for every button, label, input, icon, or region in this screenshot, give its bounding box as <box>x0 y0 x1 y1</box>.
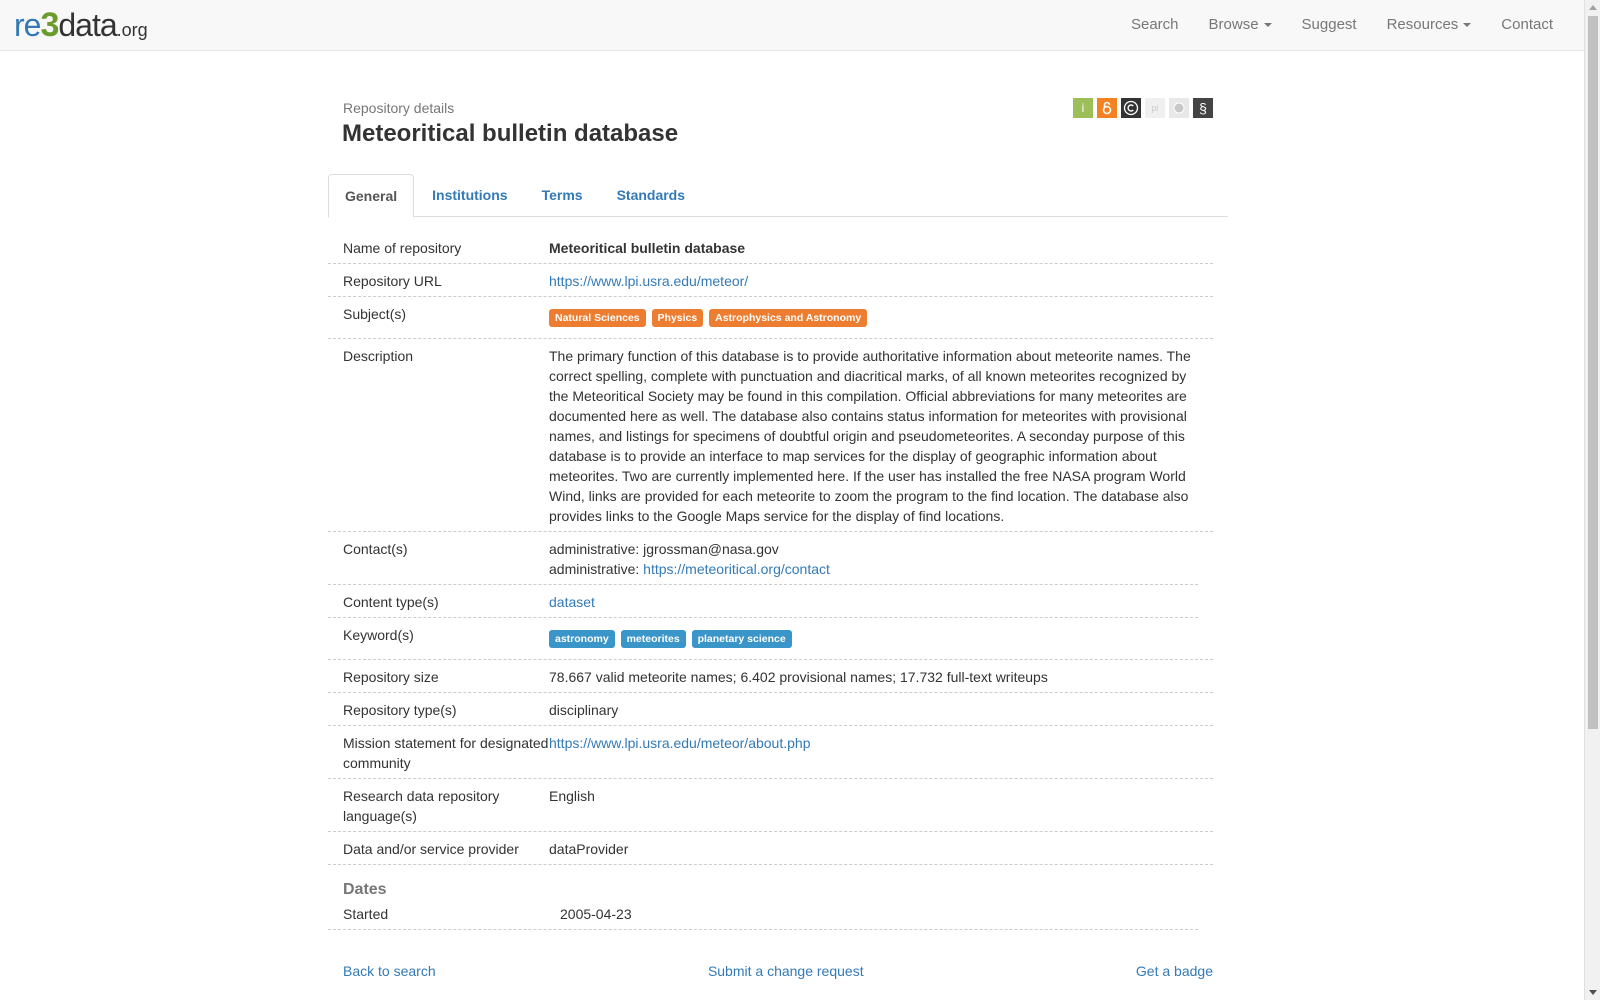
repository-badges: i pi § <box>1073 98 1213 118</box>
main-nav: Search Browse Suggest Resources Contact <box>1116 0 1568 50</box>
repository-size: 78.667 valid meteorite names; 6.402 prov… <box>549 669 1048 685</box>
keyword-tag[interactable]: meteorites <box>620 630 686 648</box>
details-table: Name of repository Meteoritical bulletin… <box>328 231 1213 865</box>
nav-suggest[interactable]: Suggest <box>1287 0 1372 50</box>
row-language: Research data repository language(s) Eng… <box>328 779 1213 832</box>
policy-icon[interactable]: § <box>1193 98 1213 118</box>
get-badge-link[interactable]: Get a badge <box>1136 963 1213 979</box>
logo-data: data <box>58 7 117 43</box>
navbar: re 3 data .org Search Browse Suggest Resour… <box>0 0 1584 51</box>
tab-general[interactable]: General <box>328 174 415 218</box>
row-label: Subject(s) <box>343 306 407 322</box>
row-name: Name of repository Meteoritical bulletin… <box>328 231 1213 264</box>
caret-down-icon <box>1263 23 1272 28</box>
nav-suggest-label: Suggest <box>1301 16 1357 33</box>
provider-type: dataProvider <box>549 841 629 857</box>
contact-prefix: administrative: <box>549 561 644 577</box>
submit-change-request-link[interactable]: Submit a change request <box>708 963 864 979</box>
tab-institutions[interactable]: Institutions <box>416 174 523 217</box>
contact-link[interactable]: https://meteoritical.org/contact <box>643 561 830 577</box>
nav-browse-label: Browse <box>1208 16 1259 33</box>
copyright-icon[interactable] <box>1121 98 1141 118</box>
mission-link[interactable]: https://www.lpi.usra.edu/meteor/about.ph… <box>549 735 810 751</box>
dates-heading: Dates <box>343 881 387 898</box>
logo-re: re <box>14 7 41 43</box>
logo-three: 3 <box>40 6 59 44</box>
row-label: Repository type(s) <box>343 702 457 718</box>
subject-tag[interactable]: Astrophysics and Astronomy <box>709 309 868 327</box>
started-date: 2005-04-23 <box>560 906 632 922</box>
row-description: Description The primary function of this… <box>328 339 1213 532</box>
repository-tabs: General Institutions Terms Standards <box>328 174 1228 218</box>
row-label: Started <box>343 906 389 922</box>
row-label: Data and/or service provider <box>343 841 519 857</box>
contact-prefix: administrative: <box>549 541 644 557</box>
nav-resources[interactable]: Resources <box>1372 0 1487 50</box>
row-label: Mission statement for designated communi… <box>343 735 549 771</box>
certificate-icon[interactable] <box>1169 98 1189 118</box>
tab-terms[interactable]: Terms <box>526 174 599 217</box>
scroll-thumb[interactable] <box>1588 16 1598 729</box>
row-label: Repository size <box>343 669 439 685</box>
row-label: Repository URL <box>343 273 442 289</box>
row-type: Repository type(s) disciplinary <box>328 693 1213 726</box>
row-label: Keyword(s) <box>343 627 414 643</box>
row-subjects: Subject(s) Natural Sciences Physics Astr… <box>328 297 1213 339</box>
logo-org: .org <box>116 20 148 40</box>
open-access-icon[interactable] <box>1097 98 1117 118</box>
nav-search-label: Search <box>1130 16 1179 33</box>
nav-search[interactable]: Search <box>1116 0 1194 50</box>
row-size: Repository size 78.667 valid meteorite n… <box>328 660 1213 693</box>
scroll-down-icon[interactable] <box>1589 990 1597 995</box>
row-label: Contact(s) <box>343 541 408 557</box>
contact-email: jgrossman@nasa.gov <box>643 541 779 557</box>
row-label: Description <box>343 348 414 364</box>
back-to-search-link[interactable]: Back to search <box>343 963 436 979</box>
row-mission: Mission statement for designated communi… <box>328 726 1213 779</box>
row-url: Repository URL https://www.lpi.usra.edu/… <box>328 264 1213 297</box>
row-keywords: Keyword(s) astronomy meteorites planetar… <box>328 618 1213 660</box>
keyword-tag[interactable]: astronomy <box>549 630 615 648</box>
scroll-up-icon[interactable] <box>1589 5 1597 10</box>
tab-standards[interactable]: Standards <box>601 174 701 217</box>
row-label: Content type(s) <box>343 594 439 610</box>
nav-contact[interactable]: Contact <box>1486 0 1568 50</box>
content-type-link[interactable]: dataset <box>549 594 595 610</box>
row-contacts: Contact(s) administrative: jgrossman@nas… <box>328 532 1198 585</box>
row-provider: Data and/or service provider dataProvide… <box>328 832 1213 865</box>
caret-down-icon <box>1463 23 1472 28</box>
repository-name: Meteoritical bulletin database <box>549 240 746 256</box>
page-subheading: Repository details <box>343 100 455 116</box>
pid-icon[interactable]: pi <box>1145 98 1165 118</box>
footer-links: Back to search Submit a change request G… <box>343 963 1213 979</box>
subject-tag[interactable]: Physics <box>651 309 704 327</box>
subject-tags: Natural Sciences Physics Astrophysics an… <box>549 304 1213 329</box>
nav-contact-label: Contact <box>1501 16 1553 33</box>
page-scrollbar[interactable] <box>1584 0 1600 1000</box>
keyword-tags: astronomy meteorites planetary science <box>549 625 1213 650</box>
nav-browse[interactable]: Browse <box>1194 0 1287 50</box>
info-icon[interactable]: i <box>1073 98 1093 118</box>
row-content-type: Content type(s) dataset <box>328 585 1198 618</box>
repository-description: The primary function of this database is… <box>549 348 1191 524</box>
site-logo[interactable]: re 3 data .org <box>14 6 148 44</box>
row-label: Research data repository language(s) <box>343 788 500 824</box>
row-label: Name of repository <box>343 240 462 256</box>
subject-tag[interactable]: Natural Sciences <box>549 309 646 327</box>
repository-language: English <box>549 788 595 804</box>
contacts: administrative: jgrossman@nasa.gov admin… <box>549 539 1198 579</box>
nav-resources-label: Resources <box>1386 16 1459 33</box>
row-started: Started 2005-04-23 <box>328 906 1198 930</box>
repository-type: disciplinary <box>549 702 619 718</box>
page-title: Meteoritical bulletin database <box>342 120 679 147</box>
repository-url-link[interactable]: https://www.lpi.usra.edu/meteor/ <box>549 273 748 289</box>
keyword-tag[interactable]: planetary science <box>691 630 792 648</box>
